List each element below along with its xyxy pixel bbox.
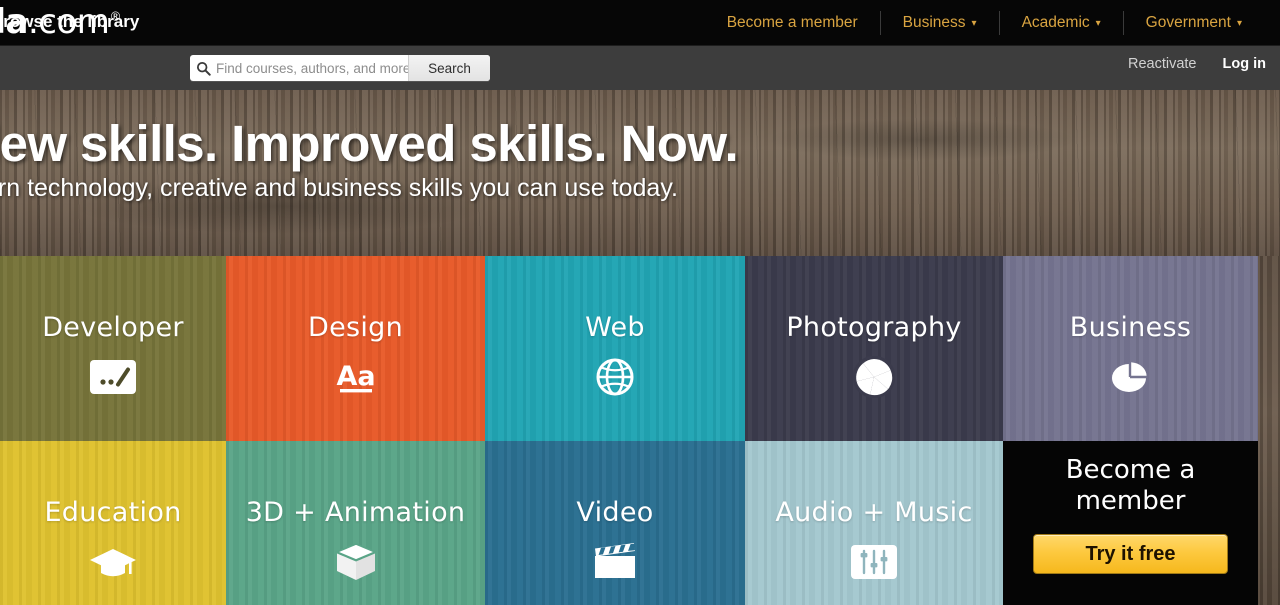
nav-become-a-member-label: Become a member bbox=[726, 13, 858, 31]
try-it-free-button[interactable]: Try it free bbox=[1033, 534, 1228, 574]
tile-audio-music[interactable]: Audio + Music bbox=[745, 441, 1003, 605]
tile-3d-animation[interactable]: 3D + Animation bbox=[226, 441, 485, 605]
typography-icon: Aa bbox=[226, 354, 485, 400]
tile-photography[interactable]: Photography bbox=[745, 256, 1003, 441]
top-navigation-bar: nda.com® Become a member Business ▾ Acad… bbox=[0, 0, 1280, 45]
tile-texture bbox=[226, 256, 485, 441]
chevron-down-icon: ▾ bbox=[1236, 18, 1242, 29]
member-tile-title: Become a member bbox=[1003, 455, 1258, 517]
tile-design-label: Design bbox=[307, 312, 404, 343]
cube-box-icon bbox=[226, 539, 485, 585]
hero-headline: lew skills. Improved skills. Now. bbox=[0, 115, 739, 172]
tile-business-label: Business bbox=[1069, 312, 1192, 343]
nav-academic-label: Academic bbox=[1021, 13, 1090, 31]
hero-subheadline: arn technology, creative and business sk… bbox=[0, 174, 678, 202]
equalizer-icon bbox=[745, 539, 1003, 585]
reactivate-link[interactable]: Reactivate bbox=[1128, 56, 1197, 72]
tile-education-label: Education bbox=[44, 497, 182, 528]
tile-video-label: Video bbox=[576, 497, 654, 528]
tile-photography-label: Photography bbox=[786, 312, 962, 343]
member-tile-title-line1: Become a bbox=[1065, 455, 1196, 485]
login-link[interactable]: Log in bbox=[1223, 56, 1267, 72]
tile-developer[interactable]: Developer bbox=[0, 256, 226, 441]
hero-banner: lew skills. Improved skills. Now. arn te… bbox=[0, 90, 1280, 256]
nav-become-a-member[interactable]: Become a member bbox=[705, 12, 880, 34]
nav-government[interactable]: Government ▾ bbox=[1124, 12, 1264, 34]
account-links: Reactivate Log in bbox=[1128, 56, 1266, 72]
top-nav-links: Become a member Business ▾ Academic ▾ Go… bbox=[705, 0, 1264, 45]
tile-web[interactable]: Web bbox=[485, 256, 745, 441]
pie-chart-icon bbox=[1003, 354, 1258, 400]
tile-texture bbox=[485, 256, 745, 441]
tile-become-a-member[interactable]: Become a member Try it free bbox=[1003, 441, 1258, 605]
code-prompt-icon bbox=[0, 354, 226, 400]
tile-video[interactable]: Video bbox=[485, 441, 745, 605]
search-input[interactable] bbox=[216, 56, 408, 80]
tile-web-label: Web bbox=[585, 312, 645, 343]
search-icon bbox=[190, 55, 216, 81]
tile-3d-animation-label: 3D + Animation bbox=[245, 497, 466, 528]
search-bar[interactable]: Search bbox=[190, 55, 490, 81]
browse-the-library-link[interactable]: Browse the library bbox=[0, 12, 139, 32]
tile-texture bbox=[745, 256, 1003, 441]
nav-business-label: Business bbox=[902, 13, 966, 31]
nav-academic[interactable]: Academic ▾ bbox=[1000, 12, 1123, 34]
globe-icon bbox=[485, 354, 745, 400]
chevron-down-icon: ▾ bbox=[1095, 18, 1101, 29]
nav-business[interactable]: Business ▾ bbox=[881, 12, 999, 34]
tile-developer-label: Developer bbox=[42, 312, 184, 343]
member-tile-title-line2: member bbox=[1075, 486, 1186, 516]
nav-government-label: Government bbox=[1145, 13, 1231, 31]
tile-audio-music-label: Audio + Music bbox=[775, 497, 973, 528]
page-root: nda.com® Become a member Business ▾ Acad… bbox=[0, 0, 1280, 605]
clapperboard-icon bbox=[485, 539, 745, 585]
chevron-down-icon: ▾ bbox=[971, 18, 977, 29]
tile-design[interactable]: Design Aa bbox=[226, 256, 485, 441]
tile-texture bbox=[0, 256, 226, 441]
search-button[interactable]: Search bbox=[408, 55, 490, 81]
graduation-cap-icon bbox=[0, 539, 226, 585]
aperture-icon bbox=[745, 354, 1003, 400]
category-tile-grid: Developer Design Aa Web Photography Busi… bbox=[0, 256, 1280, 605]
tile-texture bbox=[1003, 256, 1258, 441]
svg-text:Aa: Aa bbox=[336, 361, 375, 392]
tile-education[interactable]: Education bbox=[0, 441, 226, 605]
tile-business[interactable]: Business bbox=[1003, 256, 1258, 441]
